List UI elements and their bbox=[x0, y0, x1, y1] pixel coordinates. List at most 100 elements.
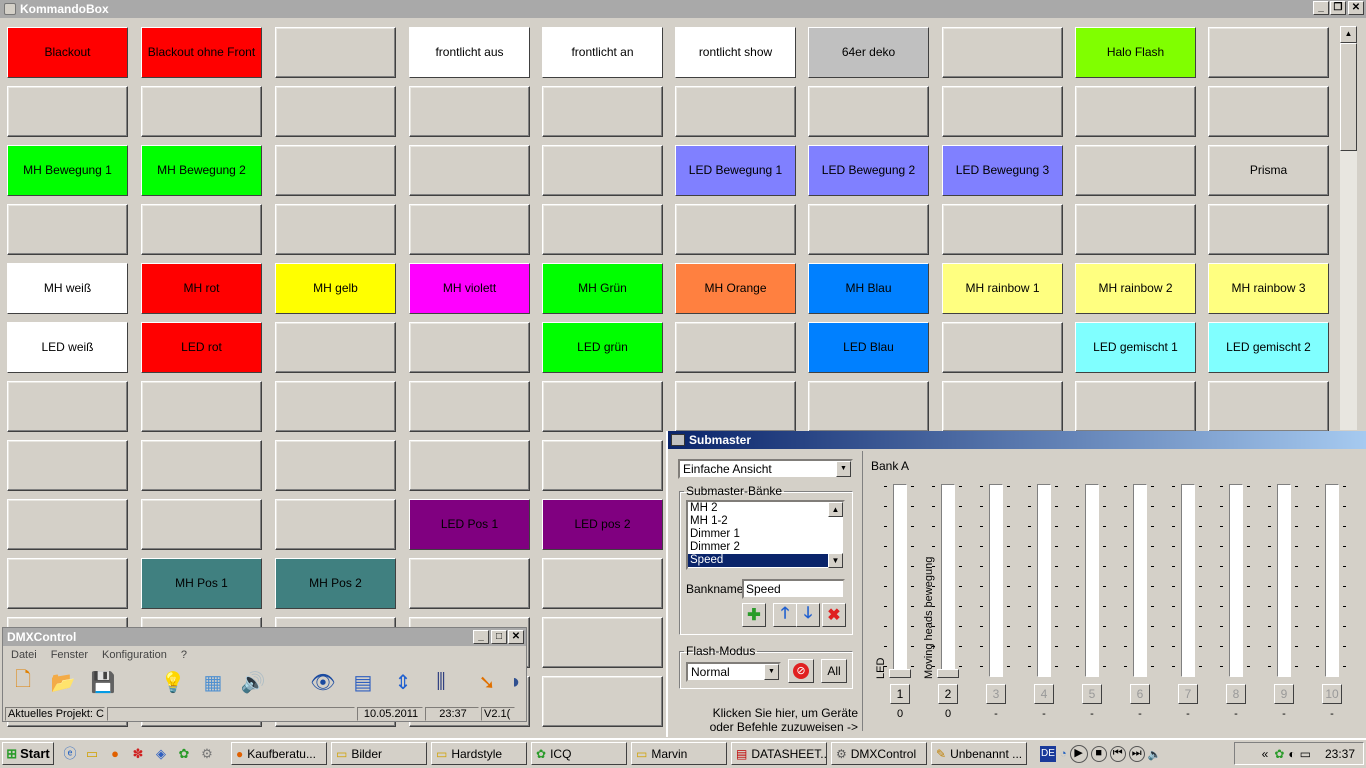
command-button[interactable]: LED gemischt 2 bbox=[1208, 322, 1329, 373]
command-button[interactable] bbox=[141, 381, 262, 432]
main-scrollbar[interactable]: ▲ bbox=[1340, 26, 1357, 430]
command-button[interactable]: LED Bewegung 3 bbox=[942, 145, 1063, 196]
close-button[interactable]: ✕ bbox=[1348, 1, 1364, 15]
command-button[interactable] bbox=[542, 204, 663, 255]
fader-knob[interactable] bbox=[889, 669, 911, 678]
effect-arrow-icon[interactable]: ➘ bbox=[473, 668, 501, 696]
command-button[interactable] bbox=[409, 86, 530, 137]
command-button[interactable] bbox=[409, 145, 530, 196]
command-button[interactable] bbox=[275, 440, 396, 491]
command-button[interactable] bbox=[7, 204, 128, 255]
ie-icon[interactable]: ⓔ bbox=[62, 746, 78, 762]
command-button[interactable]: MH Orange bbox=[675, 263, 796, 314]
command-button[interactable] bbox=[141, 440, 262, 491]
command-button[interactable]: LED Bewegung 1 bbox=[675, 145, 796, 196]
fader-track[interactable] bbox=[1085, 484, 1099, 677]
command-button[interactable] bbox=[275, 499, 396, 550]
command-button[interactable] bbox=[675, 204, 796, 255]
firefox-icon[interactable]: ● bbox=[107, 746, 123, 762]
play-icon[interactable]: ▶ bbox=[1069, 745, 1088, 763]
menu-konfiguration[interactable]: Konfiguration bbox=[102, 649, 167, 661]
command-button[interactable]: MH Blau bbox=[808, 263, 929, 314]
icq-flower-icon[interactable]: ✿ bbox=[176, 746, 192, 762]
command-button[interactable]: LED Bewegung 2 bbox=[808, 145, 929, 196]
minimize-button[interactable]: _ bbox=[1313, 1, 1329, 15]
eye-icon[interactable]: 👁 bbox=[309, 668, 337, 696]
settings-icon[interactable]: ⚙ bbox=[199, 746, 215, 762]
command-button[interactable]: LED Blau bbox=[808, 322, 929, 373]
command-button[interactable] bbox=[275, 27, 396, 78]
command-button[interactable] bbox=[942, 381, 1063, 432]
flash-mode-select[interactable]: Normal ▼ bbox=[686, 662, 781, 682]
command-button[interactable]: MH rainbow 2 bbox=[1075, 263, 1196, 314]
command-button[interactable] bbox=[7, 86, 128, 137]
command-button[interactable] bbox=[542, 617, 663, 668]
command-button[interactable] bbox=[1075, 145, 1196, 196]
dmx-close-button[interactable]: ✕ bbox=[508, 630, 524, 644]
taskbar-task[interactable]: ▭ Marvin bbox=[631, 742, 727, 765]
bank-list-item[interactable]: Dimmer 1 bbox=[688, 528, 828, 541]
volume-icon[interactable]: 🔈 bbox=[1148, 748, 1162, 761]
command-button[interactable]: LED pos 2 bbox=[542, 499, 663, 550]
command-button[interactable]: LED rot bbox=[141, 322, 262, 373]
flash-stop-button[interactable]: ⊘ bbox=[788, 659, 814, 683]
command-button[interactable] bbox=[942, 27, 1063, 78]
bank-list-item[interactable]: MH 2 bbox=[688, 502, 828, 515]
command-button[interactable]: frontlicht aus bbox=[409, 27, 530, 78]
open-folder-icon[interactable]: 📂 bbox=[49, 668, 77, 696]
previous-icon[interactable]: ⏮ bbox=[1109, 746, 1126, 762]
fader-track[interactable] bbox=[941, 484, 955, 677]
banks-list[interactable]: MH 2 MH 1-2 Dimmer 1 Dimmer 2 Speed ▲ ▼ bbox=[686, 500, 845, 570]
dmx-minimize-button[interactable]: _ bbox=[473, 630, 489, 644]
add-bank-button[interactable]: ✚ bbox=[742, 603, 766, 627]
taskbar-task[interactable]: ▭ Bilder bbox=[331, 742, 427, 765]
fader-track[interactable] bbox=[1229, 484, 1243, 677]
command-button[interactable] bbox=[409, 322, 530, 373]
bank-list-item[interactable]: MH 1-2 bbox=[688, 515, 828, 528]
tray-network-icon[interactable]: ◐ bbox=[1288, 747, 1295, 761]
command-button[interactable] bbox=[542, 440, 663, 491]
fader-number-button[interactable]: 5 bbox=[1082, 684, 1102, 704]
mask-icon[interactable]: ◗ bbox=[507, 668, 525, 696]
menu-fenster[interactable]: Fenster bbox=[51, 649, 88, 661]
fader-number-button[interactable]: 1 bbox=[890, 684, 910, 704]
command-button[interactable] bbox=[1075, 381, 1196, 432]
lightbulb-icon[interactable]: 💡 bbox=[159, 668, 187, 696]
chevron-down-icon[interactable]: ▼ bbox=[836, 461, 851, 477]
command-button[interactable]: MH Pos 2 bbox=[275, 558, 396, 609]
command-button[interactable]: frontlicht an bbox=[542, 27, 663, 78]
command-button[interactable] bbox=[808, 86, 929, 137]
folder-icon[interactable]: ▭ bbox=[84, 746, 100, 762]
fader-track[interactable] bbox=[1037, 484, 1051, 677]
fader-number-button[interactable]: 3 bbox=[986, 684, 1006, 704]
command-button[interactable] bbox=[409, 558, 530, 609]
command-button[interactable]: MH rainbow 1 bbox=[942, 263, 1063, 314]
next-icon[interactable]: ⏭ bbox=[1128, 746, 1145, 762]
command-button[interactable]: rontlicht show bbox=[675, 27, 796, 78]
move-down-button[interactable]: 🡓 bbox=[796, 603, 820, 627]
media-logo-icon[interactable]: ◔ bbox=[1060, 748, 1067, 760]
command-button[interactable] bbox=[1208, 204, 1329, 255]
command-button[interactable] bbox=[409, 381, 530, 432]
command-button[interactable] bbox=[1075, 204, 1196, 255]
command-button[interactable]: MH rainbow 3 bbox=[1208, 263, 1329, 314]
grid-cube-icon[interactable]: ▦ bbox=[199, 668, 227, 696]
flash-all-button[interactable]: All bbox=[821, 659, 847, 683]
command-button[interactable] bbox=[808, 381, 929, 432]
taskbar-task[interactable]: ▤ DATASHEET... bbox=[731, 742, 827, 765]
flower-icon[interactable]: ✽ bbox=[130, 746, 146, 762]
faders-icon[interactable]: ⫼ bbox=[427, 668, 455, 696]
command-button[interactable] bbox=[7, 499, 128, 550]
taskbar-task[interactable]: ✎ Unbenannt ... bbox=[931, 742, 1027, 765]
fader-track[interactable] bbox=[893, 484, 907, 677]
vertical-arrows-icon[interactable]: ⇕ bbox=[389, 668, 417, 696]
command-button[interactable]: MH rot bbox=[141, 263, 262, 314]
tray-expand-icon[interactable]: « bbox=[1262, 747, 1269, 761]
command-button[interactable] bbox=[942, 204, 1063, 255]
clock[interactable]: 23:37 bbox=[1325, 747, 1355, 761]
command-button[interactable] bbox=[675, 86, 796, 137]
stop-media-icon[interactable]: ■ bbox=[1090, 746, 1107, 762]
command-button[interactable] bbox=[942, 322, 1063, 373]
move-up-button[interactable]: 🡑 bbox=[773, 603, 797, 627]
speaker-icon[interactable]: 🔊 bbox=[239, 668, 267, 696]
